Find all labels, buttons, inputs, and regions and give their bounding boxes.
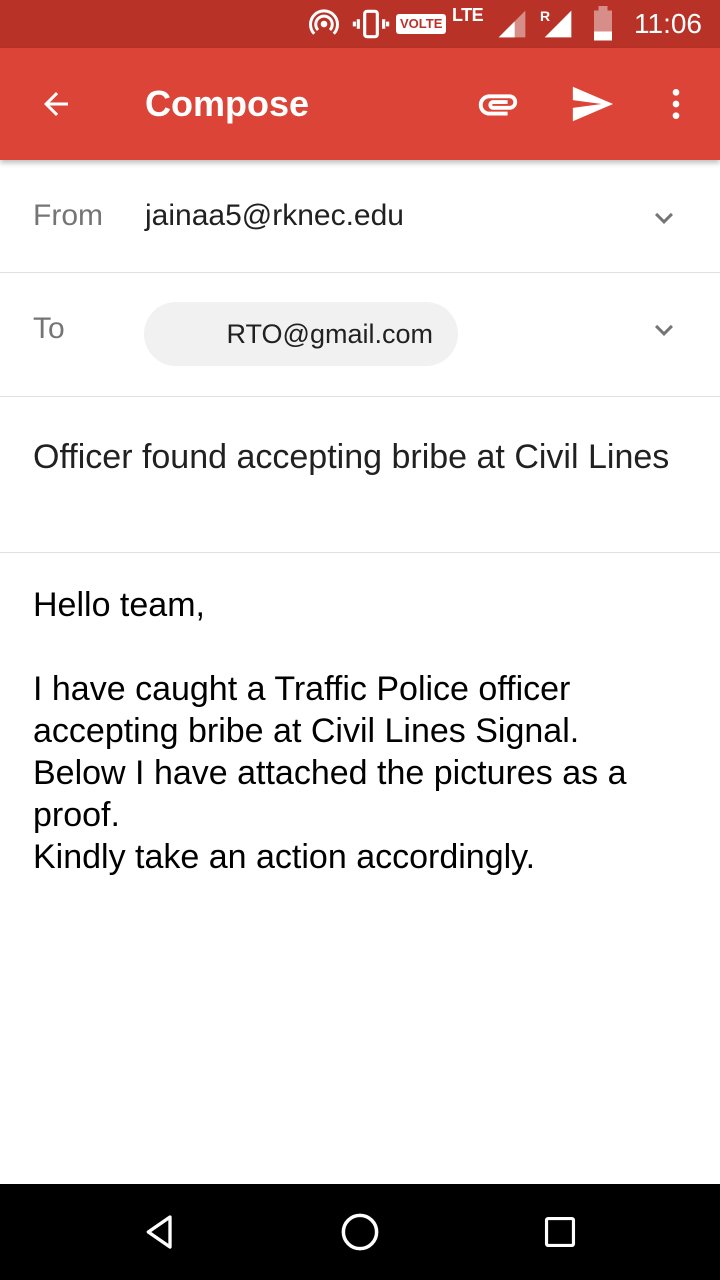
network-type-label: LTE [452, 5, 484, 25]
body-blank-line [33, 626, 703, 668]
home-circle-icon[interactable] [336, 1208, 384, 1256]
from-expand-chevron-down-icon[interactable] [644, 198, 684, 238]
body-line-1: I have caught a Traffic Police officer a… [33, 670, 580, 750]
divider [0, 396, 720, 397]
body-line-2: Below I have attached the pictures as a … [33, 754, 636, 834]
page-title: Compose [145, 83, 310, 124]
message-body-field[interactable]: Hello team, I have caught a Traffic Poli… [33, 584, 703, 878]
from-label: From [33, 199, 103, 232]
signal-icon [496, 0, 528, 48]
back-triangle-icon[interactable] [136, 1208, 184, 1256]
volte-badge: VOLTE [396, 14, 447, 34]
battery-icon [590, 0, 616, 48]
divider [0, 552, 720, 553]
send-icon[interactable] [566, 78, 618, 130]
subject-field[interactable]: Officer found accepting bribe at Civil L… [33, 436, 683, 478]
divider [0, 272, 720, 273]
status-bar: VOLTE LTE R 11:06 [0, 0, 720, 48]
navigation-bar [0, 1184, 720, 1280]
from-field[interactable]: jainaa5@rknec.edu [145, 199, 404, 233]
to-expand-chevron-down-icon[interactable] [644, 310, 684, 350]
more-vert-icon[interactable] [656, 80, 696, 128]
paperclip-icon[interactable] [470, 80, 526, 128]
app-bar: Compose [0, 48, 720, 160]
recents-square-icon[interactable] [536, 1208, 584, 1256]
body-greeting: Hello team, [33, 586, 205, 624]
body-line-3: Kindly take an action accordingly. [33, 838, 536, 876]
signal-roaming-icon [542, 0, 574, 48]
back-arrow-icon[interactable] [32, 80, 80, 128]
clock: 11:06 [634, 8, 702, 39]
vibrate-icon [352, 0, 390, 48]
recipient-chip-text: RTO@gmail.com [226, 319, 433, 349]
to-label: To [33, 312, 65, 345]
hotspot-icon [306, 0, 342, 48]
recipient-chip[interactable]: RTO@gmail.com [144, 302, 458, 366]
